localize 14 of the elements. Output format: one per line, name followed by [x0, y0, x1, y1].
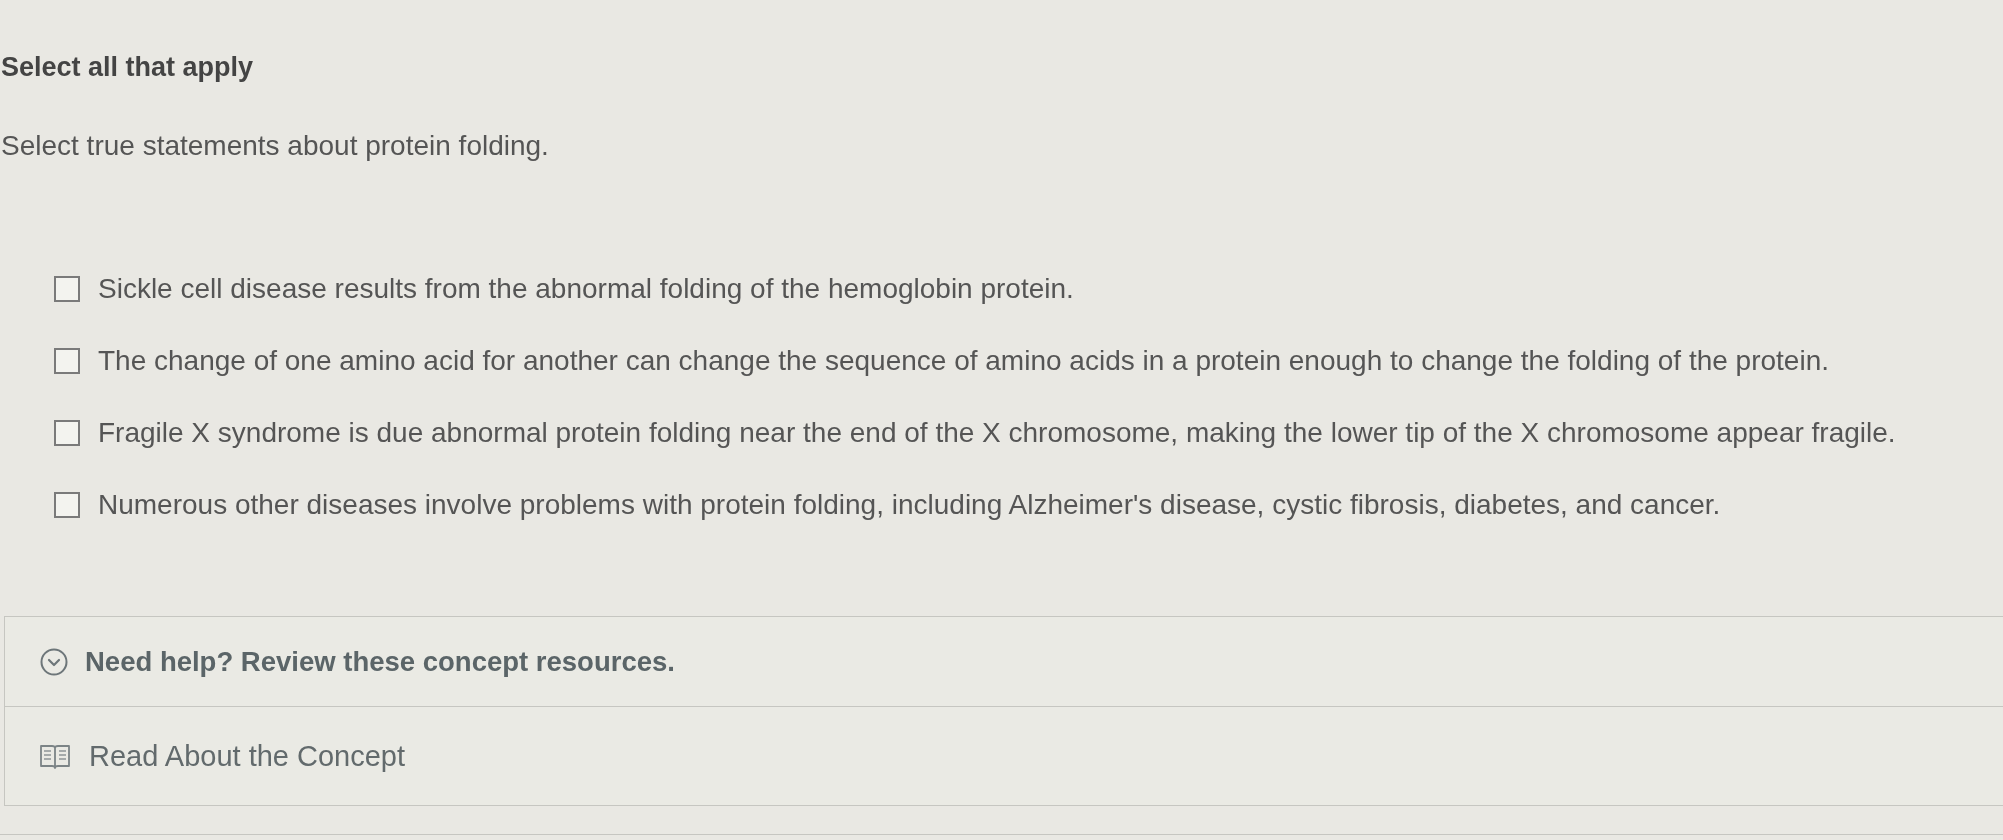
checkbox[interactable] [54, 420, 80, 446]
question-text: Select true statements about protein folding. [0, 129, 549, 163]
checkbox[interactable] [54, 276, 80, 302]
instruction-heading: Select all that apply [0, 51, 254, 84]
option-label: Numerous other diseases involve problems with protein folding, including Alzheimer's disease, cystic fibrosis, diabetes, and cancer. [98, 488, 1721, 522]
chevron-circle-icon [40, 647, 68, 676]
option-label: Sickle cell disease results from the abnormal folding of the hemoglobin protein. [98, 272, 1074, 306]
checkbox[interactable] [54, 492, 80, 518]
help-toggle[interactable]: Need help? Review these concept resources. [5, 617, 2003, 707]
resource-link[interactable]: Read About the Concept [40, 739, 405, 773]
checkbox[interactable] [54, 348, 80, 374]
option-label: The change of one amino acid for another can change the sequence of amino acids in a protein enough to change the folding of the protein. [98, 344, 1829, 378]
option-label: Fragile X syndrome is due abnormal protein folding near the end of the X chromosome, making the lower tip of the X chromosome appear fragile. [98, 416, 1896, 450]
book-icon [40, 743, 70, 769]
